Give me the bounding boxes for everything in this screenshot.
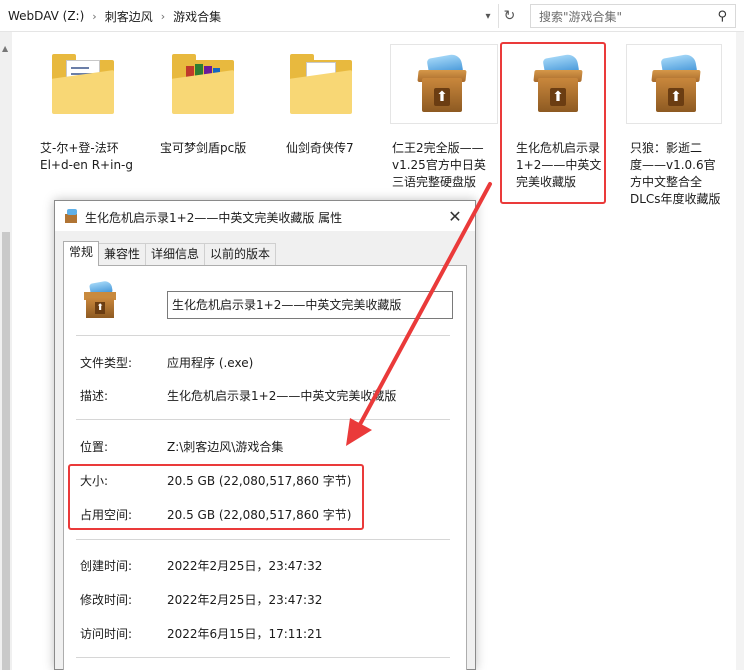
content-scrollbar[interactable] [736,32,744,670]
folder-icon [290,52,354,116]
created-label: 创建时间: [80,559,133,573]
address-bar: WebDAV (Z:) › 刺客边风 › 游戏合集 ▾ ↻ 搜索"游戏合集" ⚲ [0,0,744,32]
modified-label: 修改时间: [80,593,133,607]
dialog-title: 生化危机启示录1+2——中英文完美收藏版 属性 [85,211,343,225]
file-name: 宝可梦剑盾pc版 [160,141,247,155]
scrollbar-thumb[interactable] [2,232,10,670]
divider [76,335,450,336]
file-name: 只狼：影逝二 度——v1.0.6官 方中文整合全 DLCs年度收藏版 [630,141,721,206]
folder-icon [172,52,236,116]
description-label: 描述: [80,389,109,403]
modified-value: 2022年2月25日，23:47:32 [167,593,323,607]
file-name: 仙剑奇侠传7 [286,141,354,155]
dialog-titlebar[interactable]: 生化危机启示录1+2——中英文完美收藏版 属性 ✕ [55,201,475,231]
divider [76,539,450,540]
chevron-down-icon[interactable]: ▾ [478,5,498,27]
breadcrumb-separator-icon[interactable]: › [157,10,169,23]
search-placeholder: 搜索"游戏合集" [539,9,623,24]
highlight-size-rows [68,464,364,530]
tab-previous-versions[interactable]: 以前的版本 [204,243,277,265]
tab-general[interactable]: 常规 [63,241,100,266]
accessed-value: 2022年6月15日，17:11:21 [167,627,323,641]
accessed-label: 访问时间: [80,627,133,641]
installer-box-icon: ⬆ [410,53,474,118]
close-icon[interactable]: ✕ [437,201,473,231]
file-type-label: 文件类型: [80,356,133,370]
description-value: 生化危机启示录1+2——中英文完美收藏版 [167,389,397,403]
tab-compatibility[interactable]: 兼容性 [98,243,147,265]
folder-icon [52,52,116,116]
location-value: Z:\刺客边风\游戏合集 [167,440,284,454]
file-name-field[interactable]: 生化危机启示录1+2——中英文完美收藏版 [167,291,453,319]
navigation-pane-scrollbar[interactable]: ▲ [0,32,12,670]
tab-details[interactable]: 详细信息 [145,243,206,265]
breadcrumb-folder-user[interactable]: 刺客边风 [101,8,157,25]
breadcrumb-separator-icon[interactable]: › [88,10,100,23]
scroll-up-icon[interactable]: ▲ [2,44,8,53]
breadcrumb[interactable]: WebDAV (Z:) › 刺客边风 › 游戏合集 [4,3,498,29]
tab-strip: 常规 兼容性 详细信息 以前的版本 [63,241,277,266]
refresh-icon[interactable]: ↻ [498,4,520,28]
file-type-value: 应用程序 (.exe) [167,356,254,370]
installer-box-icon [63,208,79,224]
created-value: 2022年2月25日，23:47:32 [167,559,323,573]
properties-dialog: 生化危机启示录1+2——中英文完美收藏版 属性 ✕ 常规 兼容性 详细信息 以前… [54,200,476,670]
search-icon[interactable]: ⚲ [717,9,727,24]
location-label: 位置: [80,440,109,454]
installer-box-icon: ⬆ [644,53,708,118]
divider [76,419,450,420]
file-name: 仁王2完全版—— v1.25官方中日英 三语完整硬盘版 [392,141,486,189]
divider [76,657,450,658]
installer-box-icon: ⬆ [80,280,120,320]
search-input[interactable]: 搜索"游戏合集" ⚲ [530,4,736,28]
file-name: 艾-尔+登-法环 El+d-en R+in-g [40,141,133,172]
highlight-selected-file [500,42,606,204]
breadcrumb-folder-current[interactable]: 游戏合集 [169,8,225,25]
breadcrumb-drive[interactable]: WebDAV (Z:) [4,9,88,23]
